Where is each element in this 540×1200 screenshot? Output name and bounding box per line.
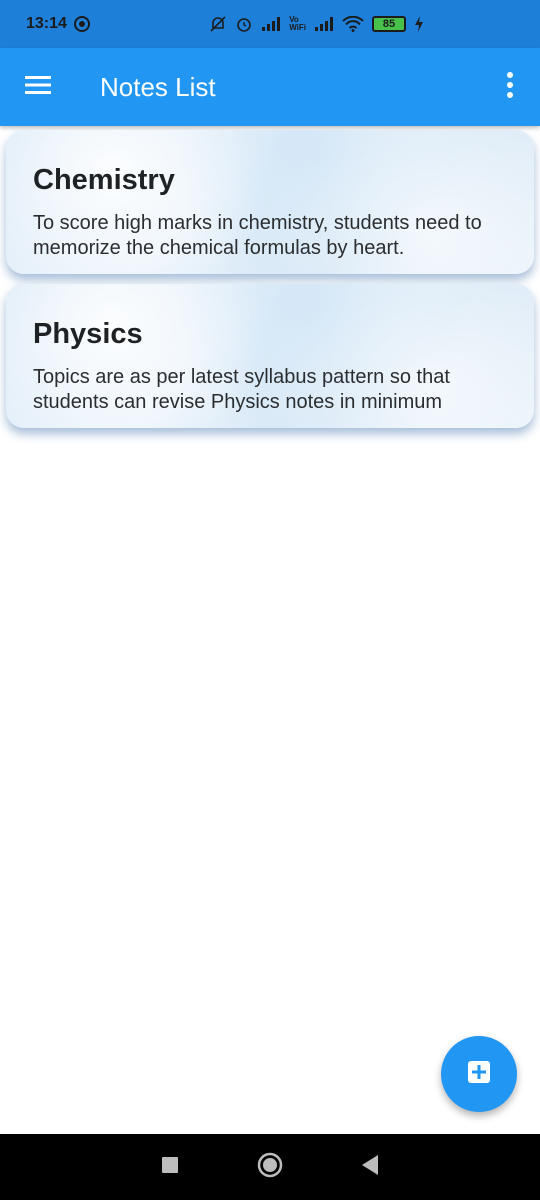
circle-icon — [257, 1152, 283, 1183]
wifi-icon — [342, 16, 364, 32]
battery-indicator: 85 — [372, 16, 406, 32]
more-vert-icon — [506, 71, 514, 103]
back-triangle-icon — [361, 1154, 379, 1180]
square-icon — [162, 1156, 178, 1178]
note-body: Topics are as per latest syllabus patter… — [33, 366, 450, 413]
note-body: To score high marks in chemistry, studen… — [33, 212, 482, 259]
page-title: Notes List — [100, 71, 216, 102]
app-bar: Notes List — [0, 48, 540, 126]
add-note-button[interactable] — [441, 1036, 517, 1112]
alarm-icon — [235, 15, 253, 33]
sync-icon — [73, 15, 91, 33]
status-bar: 13:14 Vo WiFi 85 — [0, 0, 540, 48]
note-title: Chemistry — [33, 164, 175, 196]
signal-icon — [261, 16, 281, 32]
status-time: 13:14 — [26, 15, 67, 32]
more-options-button[interactable] — [480, 48, 540, 126]
menu-button[interactable] — [0, 48, 76, 126]
back-button[interactable] — [350, 1147, 390, 1187]
note-card[interactable]: Physics Topics are as per latest syllabu… — [6, 284, 534, 428]
screen: 13:14 Vo WiFi 85 Notes List Chemistry To… — [0, 0, 540, 1200]
status-left: 13:14 — [26, 15, 91, 33]
home-button[interactable] — [250, 1147, 290, 1187]
bell-off-icon — [209, 15, 227, 33]
signal-2-icon — [314, 16, 334, 32]
status-right: Vo WiFi 85 — [209, 15, 514, 33]
add-box-icon — [468, 1060, 490, 1088]
menu-icon — [25, 75, 51, 100]
note-title: Physics — [33, 318, 143, 350]
recents-button[interactable] — [150, 1147, 190, 1187]
vowifi-bottom: WiFi — [289, 23, 306, 32]
vowifi-badge: Vo WiFi — [289, 16, 306, 32]
charging-icon — [414, 16, 424, 32]
note-card[interactable]: Chemistry To score high marks in chemist… — [6, 130, 534, 274]
navigation-bar — [0, 1134, 540, 1200]
